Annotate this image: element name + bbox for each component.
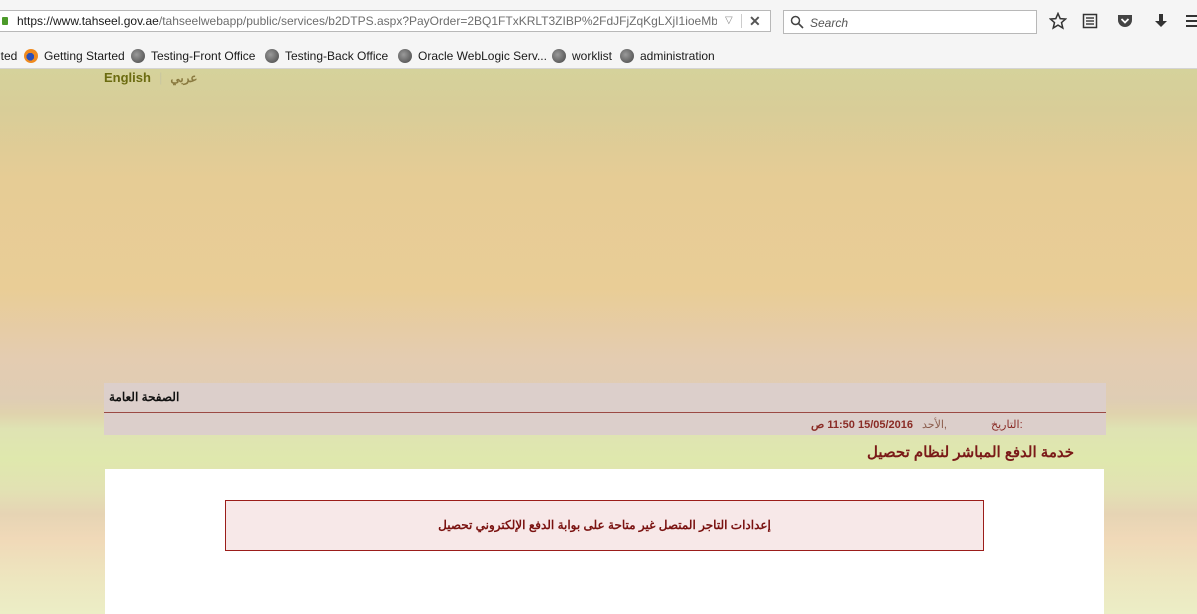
datetime-value: 15/05/2016 11:50 ص: [811, 419, 914, 431]
bookmark-item[interactable]: Oracle WebLogic Serv...: [398, 48, 547, 64]
arabic-link[interactable]: عربي: [170, 71, 197, 85]
bookmark-label: Testing-Back Office: [285, 49, 389, 63]
date-label: التاريخ:: [991, 419, 1023, 431]
secure-lock-icon: [2, 17, 8, 25]
globe-icon: [398, 49, 412, 63]
bookmark-item[interactable]: Testing-Back Office: [265, 48, 388, 64]
globe-icon: [552, 49, 566, 63]
bookmark-label: Getting Started: [44, 49, 125, 63]
search-input[interactable]: [808, 13, 1032, 33]
download-icon[interactable]: [1152, 12, 1170, 30]
date-row: التاريخ: الأحد, 15/05/2016 11:50 ص: [104, 413, 1106, 435]
day-name: الأحد,: [922, 419, 947, 431]
language-separator: |: [158, 70, 163, 85]
url-text[interactable]: https://www.tahseel.gov.ae/tahseelwebapp…: [17, 11, 717, 31]
page-content: English | عربي الصفحة العامة التاريخ: الأح…: [0, 69, 1197, 614]
language-switch: English | عربي: [104, 70, 197, 85]
url-history-dropdown-icon[interactable]: ▽: [725, 11, 733, 31]
reader-icon[interactable]: [1081, 12, 1099, 30]
section-header: الصفحة العامة: [104, 383, 1106, 413]
bookmark-item[interactable]: administration: [620, 48, 715, 64]
bookmark-label: Testing-Front Office: [151, 49, 256, 63]
error-message: إعدادات التاجر المتصل غير متاحة على بواب…: [438, 518, 771, 532]
bookmark-label: ited: [0, 49, 18, 63]
globe-icon: [131, 49, 145, 63]
search-box[interactable]: [783, 10, 1037, 34]
globe-icon: [620, 49, 634, 63]
stop-icon[interactable]: ✕: [749, 11, 761, 31]
firefox-icon: [24, 49, 38, 63]
url-bar[interactable]: https://www.tahseel.gov.ae/tahseelwebapp…: [0, 10, 771, 32]
english-link[interactable]: English: [104, 70, 151, 85]
bookmark-item[interactable]: Testing-Front Office: [131, 48, 255, 64]
menu-icon[interactable]: [1184, 12, 1197, 30]
bookmark-label: worklist: [572, 49, 613, 63]
service-title: خدمة الدفع المباشر لنظام تحصيل: [867, 444, 1075, 461]
bookmarks-bar: ited Getting Started Testing-Front Offic…: [0, 44, 1197, 69]
url-separator: [741, 14, 742, 28]
bookmark-item[interactable]: Getting Started: [24, 48, 125, 64]
bookmark-item[interactable]: ited: [0, 48, 17, 64]
section-title: الصفحة العامة: [109, 390, 180, 404]
bookmark-label: administration: [640, 49, 715, 63]
bookmark-item[interactable]: worklist: [552, 48, 612, 64]
error-message-box: إعدادات التاجر المتصل غير متاحة على بواب…: [225, 500, 984, 551]
bookmark-label: Oracle WebLogic Serv...: [418, 49, 547, 63]
browser-toolbar: https://www.tahseel.gov.ae/tahseelwebapp…: [0, 0, 1197, 44]
search-icon: [790, 15, 804, 29]
star-icon[interactable]: [1049, 12, 1067, 30]
pocket-icon[interactable]: [1116, 12, 1134, 30]
globe-icon: [265, 49, 279, 63]
content-panel: إعدادات التاجر المتصل غير متاحة على بواب…: [105, 469, 1104, 614]
